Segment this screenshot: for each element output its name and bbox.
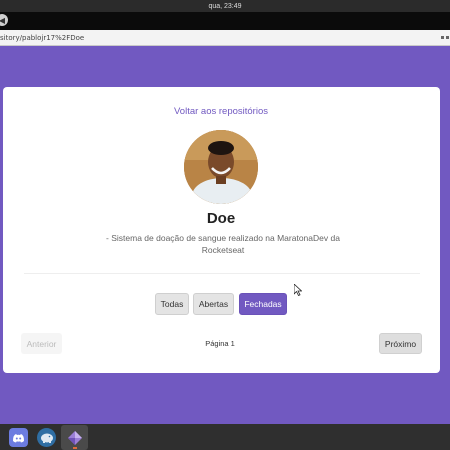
avatar — [184, 130, 258, 204]
menu-dot-icon[interactable] — [441, 36, 444, 39]
crystal-icon[interactable] — [65, 428, 84, 447]
next-page-button[interactable]: Próximo — [379, 333, 422, 354]
discord-glyph-icon — [13, 433, 24, 442]
system-top-bar: qua, 23:49 — [0, 0, 450, 12]
elephant-glyph-icon — [40, 433, 53, 443]
crystal-glyph-icon — [67, 430, 82, 445]
url-text[interactable]: sitory/pablojr17%2FDoe — [0, 34, 84, 42]
back-to-repositories-link[interactable]: Voltar aos repositórios — [0, 106, 442, 117]
browser-tab-strip — [0, 12, 450, 30]
filter-closed-button[interactable]: Fechadas — [239, 293, 287, 315]
discord-icon[interactable] — [9, 428, 28, 447]
menu-dot-icon[interactable] — [446, 36, 449, 39]
previous-page-button[interactable]: Anterior — [21, 333, 62, 354]
page-indicator: Página 1 — [205, 339, 235, 348]
avatar-photo — [184, 130, 258, 204]
filter-all-button[interactable]: Todas — [155, 293, 189, 315]
mouse-cursor-icon — [294, 284, 302, 296]
repository-description: - Sistema de doação de sangue realizado … — [106, 233, 340, 255]
elephant-icon[interactable] — [37, 428, 56, 447]
system-clock[interactable]: qua, 23:49 — [208, 3, 241, 10]
divider — [24, 273, 420, 274]
running-indicator — [73, 447, 77, 449]
repository-name: Doe — [206, 210, 236, 227]
filter-open-button[interactable]: Abertas — [193, 293, 234, 315]
